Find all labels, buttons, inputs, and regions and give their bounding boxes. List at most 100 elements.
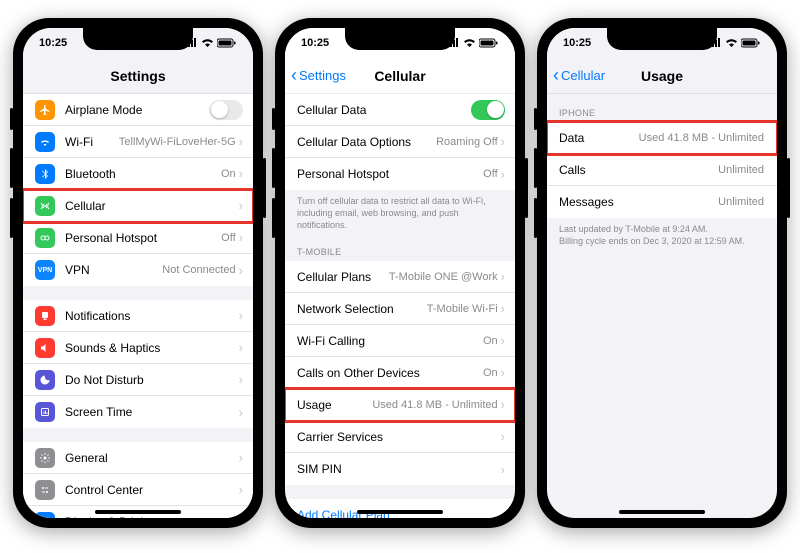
navbar: Settings xyxy=(23,58,253,94)
chevron-right-icon: › xyxy=(501,462,505,477)
home-indicator[interactable] xyxy=(357,510,443,514)
phone-cellular: 10:25 ‹ Settings Cellular Cellular Data xyxy=(275,18,525,528)
row-cellular-data-options[interactable]: Cellular Data Options Roaming Off › xyxy=(285,126,515,158)
chevron-right-icon: › xyxy=(501,333,505,348)
chevron-right-icon: › xyxy=(239,482,243,497)
row-screen-time[interactable]: Screen Time › xyxy=(23,396,253,428)
chevron-right-icon: › xyxy=(239,230,243,245)
hotspot-icon xyxy=(35,228,55,248)
chevron-right-icon: › xyxy=(239,134,243,149)
chevron-right-icon: › xyxy=(239,405,243,420)
page-title: Cellular xyxy=(374,68,425,84)
notch xyxy=(345,28,455,50)
sounds-icon xyxy=(35,338,55,358)
chevron-right-icon: › xyxy=(239,372,243,387)
row-personal-hotspot[interactable]: Personal Hotspot Off › xyxy=(285,158,515,190)
chevron-right-icon: › xyxy=(239,263,243,278)
row-cellular[interactable]: Cellular › xyxy=(23,190,253,222)
notifications-icon xyxy=(35,306,55,326)
chevron-right-icon: › xyxy=(239,450,243,465)
row-detail: Off xyxy=(483,168,497,180)
row-sounds[interactable]: Sounds & Haptics › xyxy=(23,332,253,364)
row-label: General xyxy=(65,451,239,465)
cellular-data-toggle[interactable] xyxy=(471,100,505,120)
row-label: Display & Brightness xyxy=(65,515,239,519)
chevron-right-icon: › xyxy=(239,340,243,355)
row-airplane-mode[interactable]: Airplane Mode xyxy=(23,94,253,126)
back-button[interactable]: ‹ Settings xyxy=(291,65,346,86)
chevron-right-icon: › xyxy=(239,308,243,323)
group-header: IPHONE xyxy=(547,94,777,122)
back-label: Settings xyxy=(299,68,346,83)
chevron-right-icon: › xyxy=(239,514,243,518)
chevron-left-icon: ‹ xyxy=(553,65,559,86)
row-wifi-calling[interactable]: Wi-Fi Calling On › xyxy=(285,325,515,357)
row-calls-usage[interactable]: Calls Unlimited xyxy=(547,154,777,186)
chevron-left-icon: ‹ xyxy=(291,65,297,86)
row-label: Calls xyxy=(559,163,718,177)
row-dnd[interactable]: Do Not Disturb › xyxy=(23,364,253,396)
row-detail: On xyxy=(221,168,236,180)
row-cellular-plans[interactable]: Cellular Plans T-Mobile ONE @Work › xyxy=(285,261,515,293)
row-calls-other-devices[interactable]: Calls on Other Devices On › xyxy=(285,357,515,389)
row-label: Do Not Disturb xyxy=(65,373,239,387)
row-label: Personal Hotspot xyxy=(65,231,221,245)
control-center-icon xyxy=(35,480,55,500)
row-notifications[interactable]: Notifications › xyxy=(23,300,253,332)
row-data-usage[interactable]: Data Used 41.8 MB - Unlimited xyxy=(547,122,777,154)
row-label: Screen Time xyxy=(65,405,239,419)
row-label: Control Center xyxy=(65,483,239,497)
row-add-cellular-plan[interactable]: Add Cellular Plan xyxy=(285,499,515,518)
row-label: Bluetooth xyxy=(65,167,221,181)
status-time: 10:25 xyxy=(301,37,329,49)
row-label: Personal Hotspot xyxy=(297,167,483,181)
row-wifi[interactable]: Wi-Fi TellMyWi-FiLoveHer-5G › xyxy=(23,126,253,158)
back-button[interactable]: ‹ Cellular xyxy=(553,65,605,86)
dnd-icon xyxy=(35,370,55,390)
chevron-right-icon: › xyxy=(239,198,243,213)
airplane-toggle[interactable] xyxy=(209,100,243,120)
row-label: Network Selection xyxy=(297,302,427,316)
row-bluetooth[interactable]: Bluetooth On › xyxy=(23,158,253,190)
group-footer: Turn off cellular data to restrict all d… xyxy=(285,190,515,233)
row-label: Cellular Data Options xyxy=(297,135,436,149)
row-control-center[interactable]: Control Center › xyxy=(23,474,253,506)
phone-settings: 10:25 Settings Airplane Mode Wi-Fi T xyxy=(13,18,263,528)
row-detail: On xyxy=(483,367,498,379)
home-indicator[interactable] xyxy=(619,510,705,514)
row-network-selection[interactable]: Network Selection T-Mobile Wi-Fi › xyxy=(285,293,515,325)
row-detail: Used 41.8 MB - Unlimited xyxy=(639,132,764,144)
row-detail: Off xyxy=(221,232,235,244)
navbar: ‹ Cellular Usage xyxy=(547,58,777,94)
row-carrier-services[interactable]: Carrier Services › xyxy=(285,421,515,453)
status-time: 10:25 xyxy=(39,37,67,49)
page-title: Settings xyxy=(110,68,165,84)
usage-list[interactable]: IPHONE Data Used 41.8 MB - Unlimited Cal… xyxy=(547,94,777,518)
group-footer: Last updated by T-Mobile at 9:24 AM. Bil… xyxy=(547,218,777,249)
row-messages-usage[interactable]: Messages Unlimited xyxy=(547,186,777,218)
row-label: Notifications xyxy=(65,309,239,323)
row-cellular-data[interactable]: Cellular Data xyxy=(285,94,515,126)
row-sim-pin[interactable]: SIM PIN › xyxy=(285,453,515,485)
row-label: Wi-Fi Calling xyxy=(297,334,483,348)
chevron-right-icon: › xyxy=(501,167,505,182)
back-label: Cellular xyxy=(561,68,605,83)
chevron-right-icon: › xyxy=(239,166,243,181)
row-label: Messages xyxy=(559,195,718,209)
status-time: 10:25 xyxy=(563,37,591,49)
row-vpn[interactable]: VPN VPN Not Connected › xyxy=(23,254,253,286)
wifi-icon xyxy=(35,132,55,152)
row-general[interactable]: General › xyxy=(23,442,253,474)
row-personal-hotspot[interactable]: Personal Hotspot Off › xyxy=(23,222,253,254)
bluetooth-icon xyxy=(35,164,55,184)
page-title: Usage xyxy=(641,68,683,84)
settings-list[interactable]: Airplane Mode Wi-Fi TellMyWi-FiLoveHer-5… xyxy=(23,94,253,518)
chevron-right-icon: › xyxy=(501,269,505,284)
cellular-list[interactable]: Cellular Data Cellular Data Options Roam… xyxy=(285,94,515,518)
row-detail: Not Connected xyxy=(162,264,235,276)
row-detail: On xyxy=(483,335,498,347)
home-indicator[interactable] xyxy=(95,510,181,514)
row-usage[interactable]: Usage Used 41.8 MB - Unlimited › xyxy=(285,389,515,421)
gear-icon xyxy=(35,448,55,468)
row-label: Cellular Plans xyxy=(297,270,389,284)
